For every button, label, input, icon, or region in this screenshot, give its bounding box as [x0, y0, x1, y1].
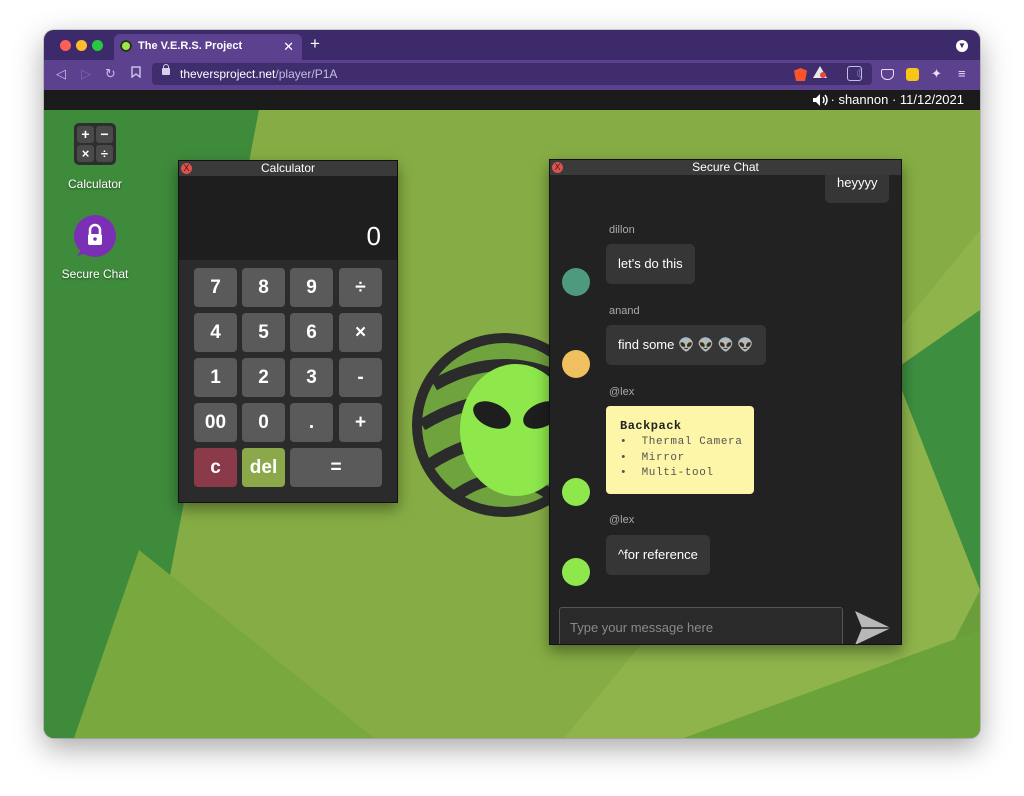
key-5[interactable]: 5	[242, 313, 285, 352]
note-item-list: • Thermal Camera • Mirror • Multi-tool	[620, 435, 742, 482]
key-equals[interactable]: =	[290, 448, 382, 487]
tab-close-button[interactable]: ✕	[283, 39, 294, 55]
backpack-note-card: Backpack • Thermal Camera • Mirror • Mul…	[606, 406, 754, 494]
svg-text:−: −	[100, 126, 108, 142]
key-3[interactable]: 3	[290, 358, 333, 397]
key-subtract[interactable]: -	[339, 358, 382, 397]
key-7[interactable]: 7	[194, 268, 237, 307]
avatar	[562, 350, 590, 378]
calculator-titlebar[interactable]: X Calculator	[179, 161, 397, 176]
message-input[interactable]	[559, 607, 843, 644]
lock-icon	[162, 64, 170, 75]
chat-title: Secure Chat	[692, 160, 759, 174]
message-sender: @lex	[609, 386, 635, 398]
pocket-icon[interactable]	[881, 69, 894, 80]
avatar	[562, 268, 590, 296]
key-0[interactable]: 0	[242, 403, 285, 442]
new-tab-button[interactable]: +	[310, 35, 320, 52]
key-clear[interactable]: c	[194, 448, 237, 487]
desktop: + − × ÷ Calculator Secure Chat X Calcula…	[44, 110, 980, 738]
calculator-display: 0	[179, 176, 397, 260]
calculator-title: Calculator	[260, 161, 316, 175]
key-6[interactable]: 6	[290, 313, 333, 352]
menu-icon[interactable]: ≡	[958, 66, 966, 81]
key-00[interactable]: 00	[194, 403, 237, 442]
alien-favicon-icon	[120, 40, 132, 52]
send-button[interactable]	[853, 609, 893, 644]
message-bubble: find some 👽 👽 👽 👽	[606, 325, 766, 365]
tab-title: The V.E.R.S. Project	[138, 40, 243, 52]
dark-mode-moon-icon[interactable]: ☾	[856, 66, 868, 82]
key-multiply[interactable]: ×	[339, 313, 382, 352]
chat-message-list[interactable]: heyyyy dillon let's do this anand find s…	[550, 175, 901, 644]
secure-chat-desktop-label[interactable]: Secure Chat	[50, 267, 140, 281]
key-add[interactable]: +	[339, 403, 382, 442]
top-panel: · shannon · 11/12/2021	[44, 90, 980, 110]
list-tabs-chevron-icon[interactable]: ▼	[956, 40, 968, 52]
list-item: • Mirror	[620, 451, 685, 464]
message-sender: anand	[609, 305, 640, 317]
calculator-icon: + − × ÷	[74, 123, 116, 165]
lock-chat-icon	[74, 215, 116, 257]
avatar	[562, 558, 590, 586]
key-decimal[interactable]: .	[290, 403, 333, 442]
user-date-status: · shannon · 11/12/2021	[830, 92, 964, 107]
browser-tab[interactable]: The V.E.R.S. Project ✕	[114, 34, 302, 60]
svg-text:×: ×	[82, 146, 90, 161]
bookmark-icon[interactable]	[131, 66, 141, 81]
calculator-desktop-label[interactable]: Calculator	[50, 177, 140, 191]
message-bubble-own: heyyyy	[825, 175, 890, 203]
navigation-bar: ◁ ▷ ↻ theversproject.net/player/P1A ☾ ✦ …	[44, 60, 980, 90]
volume-icon[interactable]	[812, 93, 830, 110]
message-bubble: ^for reference	[606, 535, 710, 575]
reload-icon[interactable]: ↻	[105, 66, 116, 82]
send-icon	[855, 611, 891, 644]
secure-chat-window: X Secure Chat heyyyy dillon let's do thi…	[549, 159, 902, 645]
forward-icon[interactable]: ▷	[81, 66, 91, 82]
calculator-window: X Calculator 0 7 8 9 ÷ 4 5 6 × 1 2 3 - 0…	[178, 160, 398, 503]
chat-close-button[interactable]: X	[552, 162, 563, 173]
calculator-display-value: 0	[366, 221, 381, 251]
list-item: • Multi-tool	[620, 467, 714, 479]
message-bubble: let's do this	[606, 244, 695, 284]
key-9[interactable]: 9	[290, 268, 333, 307]
message-sender: dillon	[609, 224, 635, 236]
note-title: Backpack	[620, 419, 682, 433]
list-item: • Thermal Camera	[620, 436, 743, 448]
url-text[interactable]: theversproject.net/player/P1A	[180, 67, 337, 81]
extensions-puzzle-icon[interactable]: ✦	[931, 66, 942, 82]
calculator-close-button[interactable]: X	[181, 163, 192, 174]
secure-chat-desktop-icon[interactable]	[73, 214, 117, 258]
brave-shield-icon[interactable]	[794, 68, 807, 81]
rewards-dot-icon	[820, 72, 826, 78]
svg-text:÷: ÷	[101, 146, 108, 161]
key-2[interactable]: 2	[242, 358, 285, 397]
chat-titlebar[interactable]: X Secure Chat	[550, 160, 901, 175]
address-bar[interactable]: theversproject.net/player/P1A	[152, 63, 872, 85]
minimize-window-button[interactable]	[76, 40, 87, 51]
maximize-window-button[interactable]	[92, 40, 103, 51]
svg-text:+: +	[81, 126, 89, 142]
browser-window: The V.E.R.S. Project ✕ + ▼ ◁ ▷ ↻ thevers…	[44, 30, 980, 738]
message-sender: @lex	[609, 514, 635, 526]
key-8[interactable]: 8	[242, 268, 285, 307]
back-icon[interactable]: ◁	[56, 66, 66, 82]
key-delete[interactable]: del	[242, 448, 285, 487]
avatar	[562, 478, 590, 506]
key-4[interactable]: 4	[194, 313, 237, 352]
calculator-desktop-icon[interactable]: + − × ÷	[74, 123, 116, 165]
close-window-button[interactable]	[60, 40, 71, 51]
calculator-keypad: 7 8 9 ÷ 4 5 6 × 1 2 3 - 00 0 . + c del =	[179, 260, 397, 502]
notes-extension-icon[interactable]	[906, 68, 919, 81]
key-divide[interactable]: ÷	[339, 268, 382, 307]
key-1[interactable]: 1	[194, 358, 237, 397]
tab-bar: The V.E.R.S. Project ✕ + ▼	[44, 30, 980, 60]
